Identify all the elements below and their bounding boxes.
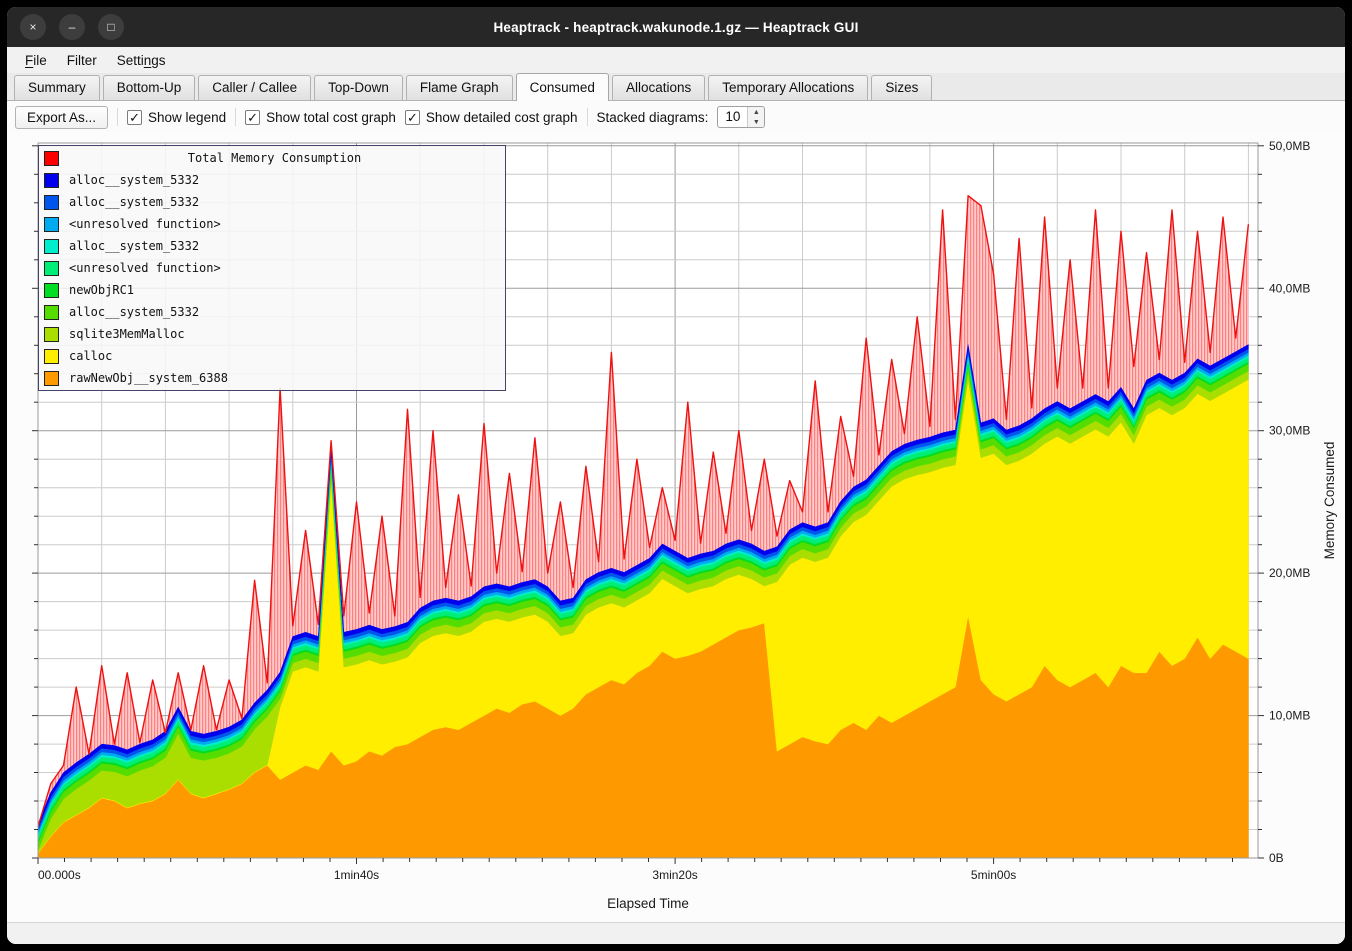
legend-swatch	[44, 283, 59, 298]
legend-entry: alloc__system_5332	[39, 235, 505, 257]
legend-entry-label: alloc__system_5332	[69, 239, 199, 253]
heaptrack-window: ×–□ Heaptrack - heaptrack.wakunode.1.gz …	[7, 7, 1345, 944]
svg-text:10,0MB: 10,0MB	[1269, 709, 1310, 723]
legend-entry-label: <unresolved function>	[69, 217, 221, 231]
checkbox-icon[interactable]: ✓	[245, 110, 260, 125]
svg-text:1min40s: 1min40s	[334, 868, 379, 882]
minimize-button[interactable]: –	[59, 14, 85, 40]
tab-consumed[interactable]: Consumed	[516, 73, 609, 101]
svg-text:20,0MB: 20,0MB	[1269, 566, 1310, 580]
legend-entry-label: <unresolved function>	[69, 261, 221, 275]
legend-swatch	[44, 349, 59, 364]
legend-entry-label: newObjRC1	[69, 283, 134, 297]
chart-legend: Total Memory Consumption alloc__system_53…	[38, 145, 506, 391]
tab-top-down[interactable]: Top-Down	[314, 75, 403, 100]
x-tick-labels: 00.000s 1min40s 3min20s 5min00s	[38, 868, 1016, 882]
x-axis-ticks	[38, 858, 1233, 864]
legend-swatch	[44, 261, 59, 276]
checkbox-label: Show legend	[148, 110, 226, 125]
svg-text:30,0MB: 30,0MB	[1269, 424, 1310, 438]
tab-sizes[interactable]: Sizes	[871, 75, 932, 100]
tab-allocations[interactable]: Allocations	[612, 75, 705, 100]
tabbar: SummaryBottom-UpCaller / CalleeTop-DownF…	[7, 73, 1345, 101]
chart-region: 00.000s 1min40s 3min20s 5min00s 0B 10,0MB 20,0…	[7, 133, 1345, 922]
menubar: FileFilterSettings	[7, 47, 1345, 73]
legend-entry-label: calloc	[69, 349, 112, 363]
window-title: Heaptrack - heaptrack.wakunode.1.gz — He…	[493, 20, 858, 35]
checkbox-icon[interactable]: ✓	[405, 110, 420, 125]
menu-filter[interactable]: Filter	[57, 50, 107, 71]
stacked-diagrams-label: Stacked diagrams:	[597, 110, 709, 125]
tab-caller-callee[interactable]: Caller / Callee	[198, 75, 311, 100]
legend-swatch	[44, 217, 59, 232]
legend-swatch	[44, 371, 59, 386]
checkbox-show-detailed-cost-graph[interactable]: ✓ Show detailed cost graph	[405, 110, 578, 125]
checkbox-show-legend[interactable]: ✓ Show legend	[127, 110, 226, 125]
y-tick-labels: 0B 10,0MB 20,0MB 30,0MB 40,0MB 50,0MB	[1269, 139, 1310, 865]
checkbox-label: Show total cost graph	[266, 110, 396, 125]
legend-entry: sqlite3MemMalloc	[39, 323, 505, 345]
tab-temporary-allocations[interactable]: Temporary Allocations	[708, 75, 868, 100]
stacked-diagrams-value[interactable]: 10	[718, 107, 747, 127]
legend-swatch	[44, 195, 59, 210]
legend-entry-label: rawNewObj__system_6388	[69, 371, 228, 385]
svg-text:0B: 0B	[1269, 851, 1284, 865]
legend-entry: rawNewObj__system_6388	[39, 367, 505, 389]
titlebar[interactable]: ×–□ Heaptrack - heaptrack.wakunode.1.gz …	[7, 7, 1345, 47]
spinner-arrows: ▲ ▼	[747, 107, 764, 127]
toolbar: Export As... ✓ Show legend ✓ Show total cos…	[7, 101, 1345, 133]
legend-entry: alloc__system_5332	[39, 169, 505, 191]
spinner-down-icon[interactable]: ▼	[748, 117, 764, 127]
svg-text:5min00s: 5min00s	[971, 868, 1016, 882]
checkbox-icon[interactable]: ✓	[127, 110, 142, 125]
svg-text:3min20s: 3min20s	[652, 868, 697, 882]
legend-swatch	[44, 173, 59, 188]
checkbox-label: Show detailed cost graph	[426, 110, 578, 125]
svg-text:40,0MB: 40,0MB	[1269, 281, 1310, 295]
legend-entry: <unresolved function>	[39, 213, 505, 235]
legend-entry: calloc	[39, 345, 505, 367]
legend-entry-label: alloc__system_5332	[69, 173, 199, 187]
legend-title: Total Memory Consumption	[188, 151, 361, 165]
legend-entry-label: alloc__system_5332	[69, 195, 199, 209]
legend-swatch	[44, 327, 59, 342]
close-button[interactable]: ×	[20, 14, 46, 40]
legend-swatch	[44, 305, 59, 320]
legend-entry: alloc__system_5332	[39, 301, 505, 323]
x-axis-title: Elapsed Time	[607, 896, 689, 911]
svg-text:50,0MB: 50,0MB	[1269, 139, 1310, 153]
svg-text:00.000s: 00.000s	[38, 868, 81, 882]
tab-bottom-up[interactable]: Bottom-Up	[103, 75, 196, 100]
window-controls: ×–□	[20, 14, 124, 40]
toolbar-separator	[587, 108, 588, 126]
export-as-button[interactable]: Export As...	[15, 106, 108, 129]
menu-file[interactable]: File	[15, 50, 57, 71]
legend-entry: newObjRC1	[39, 279, 505, 301]
spinner-up-icon[interactable]: ▲	[748, 107, 764, 117]
legend-entry-label: alloc__system_5332	[69, 305, 199, 319]
legend-title-row: Total Memory Consumption	[39, 147, 505, 169]
y-axis-title: Memory Consumed	[1322, 442, 1337, 560]
maximize-button[interactable]: □	[98, 14, 124, 40]
legend-swatch	[44, 239, 59, 254]
tab-summary[interactable]: Summary	[14, 75, 100, 100]
menu-settings[interactable]: Settings	[107, 50, 176, 71]
stacked-diagrams-spinner[interactable]: 10 ▲ ▼	[717, 106, 765, 128]
toolbar-separator	[235, 108, 236, 126]
legend-entry: alloc__system_5332	[39, 191, 505, 213]
legend-entry: <unresolved function>	[39, 257, 505, 279]
tab-flame-graph[interactable]: Flame Graph	[406, 75, 513, 100]
toolbar-separator	[117, 108, 118, 126]
checkbox-show-total-cost-graph[interactable]: ✓ Show total cost graph	[245, 110, 396, 125]
legend-swatch	[44, 151, 59, 166]
legend-entry-label: sqlite3MemMalloc	[69, 327, 185, 341]
